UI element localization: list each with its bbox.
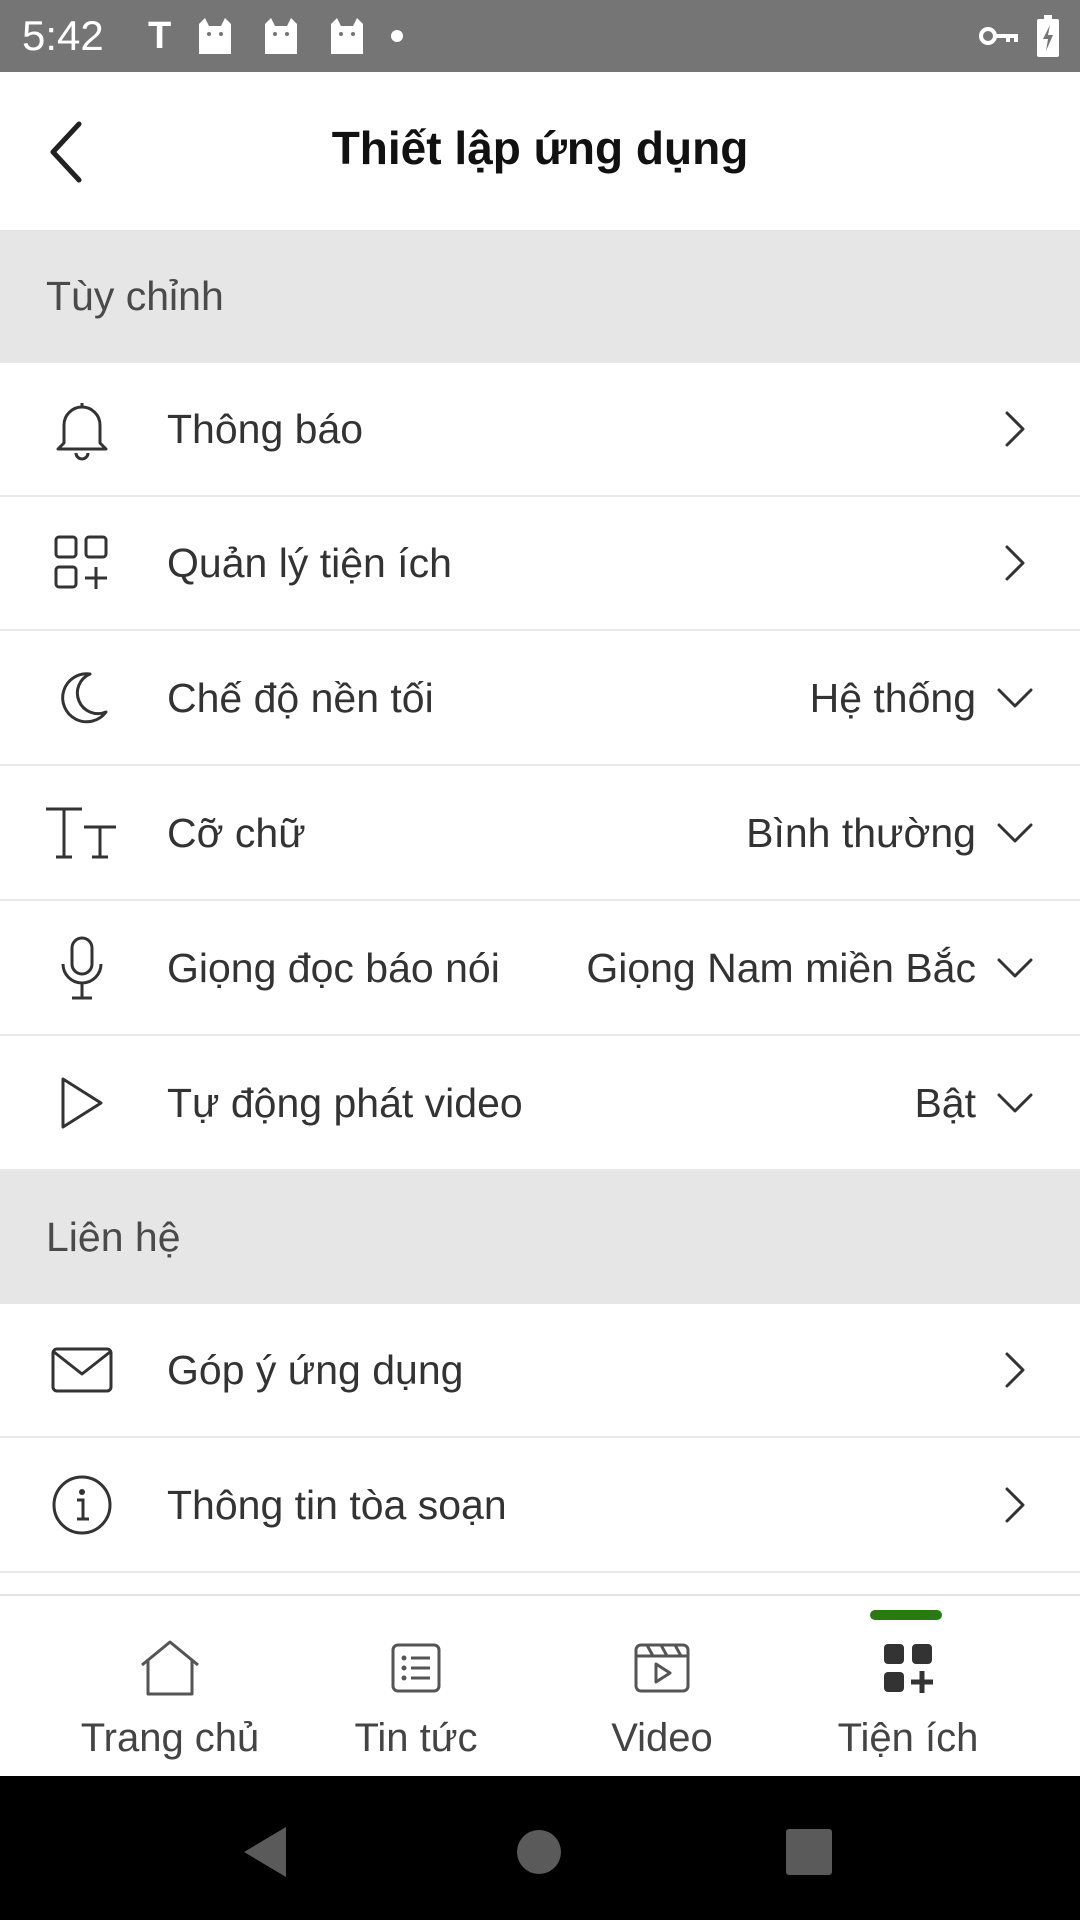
bell-icon [42, 397, 122, 461]
nav-label: Tiện ích [837, 1716, 979, 1760]
settings-row-voice[interactable]: Giọng đọc báo nói Giọng Nam miền Bắc [0, 902, 1080, 1036]
news-list-icon [291, 1636, 541, 1700]
settings-row-newsroom-info[interactable]: Thông tin tòa soạn [0, 1439, 1080, 1573]
nav-item-home[interactable]: Trang chủ [45, 1596, 295, 1776]
bottom-nav: Trang chủ Tin tức Video Tiện ích [0, 1594, 1080, 1776]
t-notification-icon: T [148, 15, 172, 57]
chevron-down-icon [990, 807, 1040, 859]
row-label: Giọng đọc báo nói [167, 945, 500, 991]
page-title: Thiết lập ứng dụng [331, 122, 749, 174]
system-recents-button[interactable] [769, 1812, 849, 1892]
settings-row-autoplay-video[interactable]: Tự động phát video Bật [0, 1037, 1080, 1171]
chevron-right-icon [990, 537, 1040, 589]
cat-notification-icon [331, 18, 364, 54]
system-home-button[interactable] [499, 1812, 579, 1892]
microphone-icon [42, 936, 122, 1000]
section-header-customize: Tùy chỉnh [0, 230, 1080, 363]
chevron-down-icon [990, 672, 1040, 724]
chevron-down-icon [990, 942, 1040, 994]
settings-row-manage-widgets[interactable]: Quản lý tiện ích [0, 497, 1080, 631]
section-title: Tùy chỉnh [46, 273, 224, 319]
system-back-button[interactable] [225, 1812, 305, 1892]
nav-label: Trang chủ [80, 1716, 260, 1760]
chevron-right-icon [990, 1479, 1040, 1531]
cat-notification-icon [199, 18, 232, 54]
row-value: Giọng Nam miền Bắc [586, 945, 976, 991]
text-size-icon [42, 801, 122, 865]
row-value: Bình thường [746, 810, 976, 856]
circle-home-icon [517, 1830, 561, 1874]
status-notification-icons: T [148, 14, 404, 58]
active-tab-indicator [870, 1610, 942, 1620]
row-label: Quản lý tiện ích [167, 540, 452, 586]
section-header-contact: Liên hệ [0, 1171, 1080, 1304]
chevron-right-icon [990, 403, 1040, 455]
cat-notification-icon [265, 18, 298, 54]
settings-row-font-size[interactable]: Cỡ chữ Bình thường [0, 767, 1080, 901]
row-label: Cỡ chữ [167, 810, 306, 856]
info-icon [42, 1473, 122, 1537]
nav-label: Video [611, 1716, 713, 1760]
row-value: Hệ thống [809, 675, 976, 721]
settings-row-notifications[interactable]: Thông báo [0, 363, 1080, 497]
widgets-icon [42, 531, 122, 595]
section-title: Liên hệ [46, 1214, 181, 1260]
row-label: Thông báo [167, 406, 364, 452]
app-header: Thiết lập ứng dụng [0, 72, 1080, 230]
chevron-down-icon [990, 1077, 1040, 1129]
settings-row-feedback[interactable]: Góp ý ứng dụng [0, 1304, 1080, 1438]
row-label: Chế độ nền tối [167, 675, 434, 721]
nav-item-utilities[interactable]: Tiện ích [783, 1596, 1033, 1776]
vpn-key-icon [979, 27, 1018, 45]
triangle-back-icon [244, 1827, 286, 1877]
settings-row-dark-mode[interactable]: Chế độ nền tối Hệ thống [0, 632, 1080, 766]
nav-item-video[interactable]: Video [537, 1596, 787, 1776]
dot-icon [391, 30, 404, 42]
moon-icon [42, 666, 122, 730]
status-time: 5:42 [22, 12, 104, 59]
nav-label: Tin tức [354, 1716, 478, 1760]
widgets-icon [783, 1636, 1033, 1700]
video-icon [537, 1636, 787, 1700]
row-label: Thông tin tòa soạn [167, 1482, 507, 1528]
mail-icon [42, 1338, 122, 1402]
battery-charging-icon [1037, 15, 1059, 57]
status-system-icons [978, 14, 1060, 58]
system-nav-bar [0, 1776, 1080, 1920]
home-icon [45, 1636, 295, 1700]
nav-item-news[interactable]: Tin tức [291, 1596, 541, 1776]
row-label: Tự động phát video [167, 1080, 523, 1126]
status-bar: 5:42 T [0, 0, 1080, 72]
row-value: Bật [914, 1080, 976, 1126]
row-label: Góp ý ứng dụng [167, 1347, 464, 1393]
play-icon [42, 1071, 122, 1135]
chevron-right-icon [990, 1344, 1040, 1396]
square-recents-icon [786, 1829, 832, 1875]
